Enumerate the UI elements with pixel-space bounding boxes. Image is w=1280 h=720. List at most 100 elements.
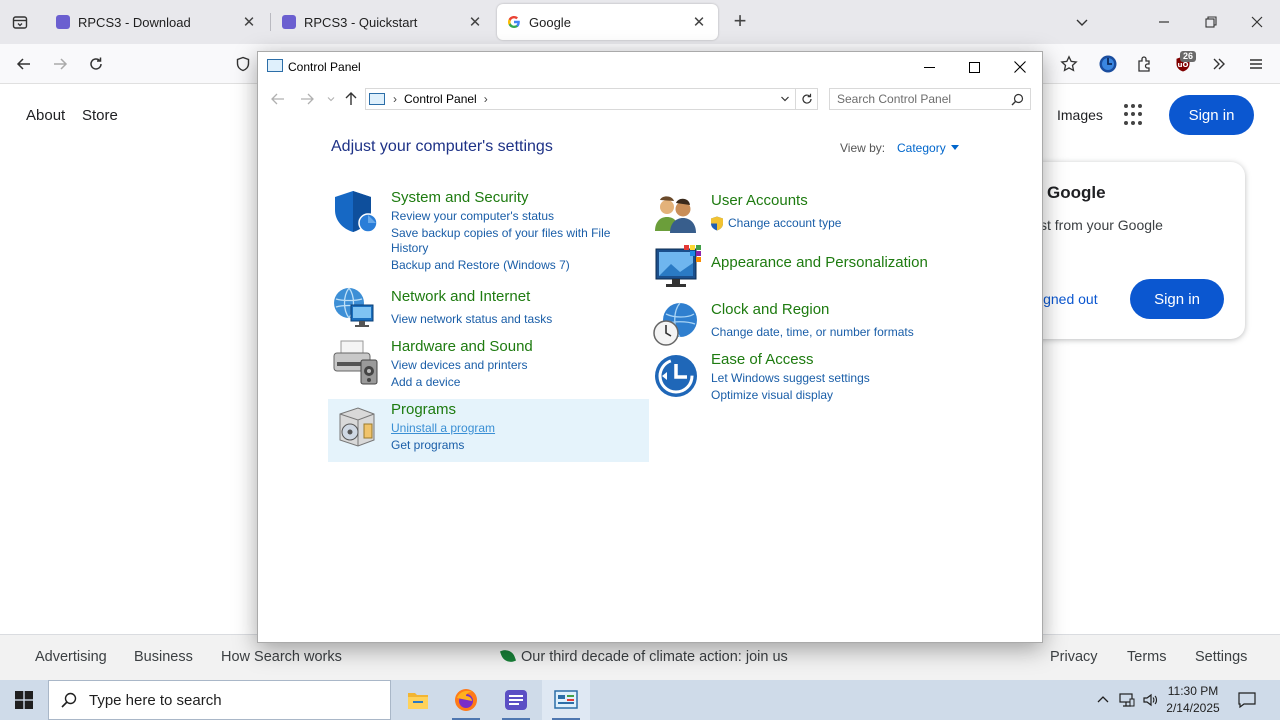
- cp-up-arrow-icon[interactable]: [341, 89, 361, 109]
- leaf-icon: [499, 647, 517, 665]
- cp-search-input[interactable]: Search Control Panel: [829, 88, 1031, 110]
- rpcs3-taskbar-icon[interactable]: [492, 680, 540, 720]
- category-programs[interactable]: Programs: [391, 401, 456, 418]
- forward-arrow-icon[interactable]: [46, 50, 74, 78]
- link-let-windows-suggest-settings[interactable]: Let Windows suggest settings: [711, 370, 870, 386]
- link-optimize-visual-display[interactable]: Optimize visual display: [711, 387, 833, 403]
- ease-of-access-icon[interactable]: [654, 354, 702, 402]
- footer-climate-link[interactable]: Our third decade of climate action: join…: [499, 647, 788, 665]
- link-view-network-status[interactable]: View network status and tasks: [391, 311, 552, 327]
- extensions-puzzle-icon[interactable]: [1131, 50, 1159, 78]
- chevron-down-icon[interactable]: [1068, 8, 1096, 36]
- tab-separator: [270, 13, 271, 31]
- cp-address-bar[interactable]: › Control Panel ›: [365, 88, 796, 110]
- link-uninstall-program[interactable]: Uninstall a program: [391, 420, 495, 436]
- link-backup-and-restore[interactable]: Backup and Restore (Windows 7): [391, 257, 570, 273]
- taskbar-clock[interactable]: 11:30 PM 2/14/2025: [1161, 683, 1225, 717]
- google-card-signin-button[interactable]: Sign in: [1130, 279, 1224, 319]
- footer-business-link[interactable]: Business: [134, 649, 193, 665]
- link-add-device[interactable]: Add a device: [391, 374, 460, 390]
- link-save-backup-copies-cont[interactable]: History: [391, 240, 428, 256]
- volume-icon[interactable]: [1140, 680, 1162, 720]
- reload-icon[interactable]: [82, 50, 110, 78]
- category-network-and-internet[interactable]: Network and Internet: [391, 288, 530, 305]
- cp-address-row: › Control Panel › Search Control Panel: [258, 84, 1042, 114]
- category-hardware-and-sound[interactable]: Hardware and Sound: [391, 338, 533, 355]
- breadcrumb-chevron-icon[interactable]: ›: [484, 92, 488, 106]
- file-explorer-icon[interactable]: [394, 680, 442, 720]
- google-signin-button[interactable]: Sign in: [1169, 95, 1254, 135]
- cp-title-bar[interactable]: Control Panel: [258, 52, 1042, 82]
- tab-title: RPCS3 - Download: [78, 14, 191, 30]
- footer-privacy-link[interactable]: Privacy: [1050, 649, 1098, 665]
- address-dropdown-icon[interactable]: [775, 89, 795, 109]
- users-icon[interactable]: [652, 191, 700, 239]
- google-images-link[interactable]: Images: [1057, 107, 1103, 123]
- view-by-dropdown[interactable]: Category: [897, 141, 959, 155]
- breadcrumb-chevron-icon[interactable]: ›: [393, 92, 397, 106]
- svg-text:uO: uO: [1178, 61, 1189, 69]
- windows-start-icon[interactable]: [0, 680, 48, 720]
- link-review-computer-status[interactable]: Review your computer's status: [391, 208, 554, 224]
- clock-globe-icon[interactable]: [652, 300, 700, 348]
- notification-center-icon[interactable]: [1234, 680, 1260, 720]
- tab-list-icon[interactable]: [6, 8, 34, 36]
- network-globe-icon[interactable]: [331, 285, 379, 333]
- taskbar-search-box[interactable]: Type here to search: [48, 680, 391, 720]
- control-panel-taskbar-icon[interactable]: [542, 680, 590, 720]
- google-about-link[interactable]: About: [26, 107, 65, 124]
- cp-close-icon[interactable]: [997, 52, 1042, 82]
- category-appearance-and-personalization[interactable]: Appearance and Personalization: [711, 254, 928, 271]
- link-view-devices-printers[interactable]: View devices and printers: [391, 357, 528, 373]
- google-icon: [507, 15, 521, 29]
- programs-box-icon[interactable]: [334, 404, 382, 452]
- close-icon[interactable]: ✕: [240, 13, 258, 31]
- category-system-and-security[interactable]: System and Security: [391, 189, 529, 206]
- cp-refresh-icon[interactable]: [796, 88, 818, 110]
- tab-rpcs3-download[interactable]: RPCS3 - Download ✕: [46, 4, 268, 40]
- tracking-shield-icon[interactable]: [229, 50, 257, 78]
- new-tab-plus-icon[interactable]: +: [728, 10, 752, 34]
- clock-time: 11:30 PM: [1167, 684, 1219, 698]
- cp-forward-arrow-icon[interactable]: [297, 89, 317, 109]
- tab-rpcs3-quickstart[interactable]: RPCS3 - Quickstart ✕: [272, 4, 494, 40]
- breadcrumb-control-panel[interactable]: Control Panel: [404, 92, 477, 106]
- close-window-icon[interactable]: [1243, 8, 1271, 36]
- monitor-palette-icon[interactable]: [654, 243, 702, 291]
- restore-icon[interactable]: [1197, 8, 1225, 36]
- tab-google[interactable]: Google ✕: [497, 4, 718, 40]
- category-ease-of-access[interactable]: Ease of Access: [711, 351, 814, 368]
- link-change-account-type[interactable]: Change account type: [728, 215, 841, 231]
- category-user-accounts[interactable]: User Accounts: [711, 192, 808, 209]
- link-save-backup-copies[interactable]: Save backup copies of your files with Fi…: [391, 225, 610, 241]
- close-icon[interactable]: ✕: [690, 13, 708, 31]
- control-panel-icon: [369, 93, 385, 105]
- back-arrow-icon[interactable]: [10, 50, 38, 78]
- google-apps-grid-icon[interactable]: [1124, 104, 1146, 126]
- category-clock-and-region[interactable]: Clock and Region: [711, 301, 829, 318]
- tray-chevron-up-icon[interactable]: [1093, 680, 1113, 720]
- close-icon[interactable]: ✕: [466, 13, 484, 31]
- printer-icon[interactable]: [331, 338, 379, 386]
- firefox-icon[interactable]: [442, 680, 490, 720]
- hamburger-menu-icon[interactable]: [1242, 50, 1270, 78]
- cp-recent-chevron-icon[interactable]: [321, 89, 341, 109]
- google-store-link[interactable]: Store: [82, 107, 118, 124]
- cp-back-arrow-icon[interactable]: [268, 89, 288, 109]
- account-container-icon[interactable]: [1094, 50, 1122, 78]
- footer-advertising-link[interactable]: Advertising: [35, 649, 107, 665]
- minimize-icon[interactable]: [1150, 8, 1178, 36]
- google-card-stay-signed-out-link[interactable]: igned out: [1040, 291, 1098, 307]
- link-get-programs[interactable]: Get programs: [391, 437, 464, 453]
- network-tray-icon[interactable]: [1116, 680, 1138, 720]
- footer-terms-link[interactable]: Terms: [1127, 649, 1166, 665]
- cp-minimize-icon[interactable]: [906, 52, 952, 82]
- cp-maximize-icon[interactable]: [951, 52, 997, 82]
- footer-how-search-works-link[interactable]: How Search works: [221, 649, 342, 665]
- bookmark-star-icon[interactable]: [1055, 50, 1083, 78]
- view-by-value: Category: [897, 141, 946, 155]
- overflow-chevrons-icon[interactable]: [1205, 50, 1233, 78]
- link-change-date-time-formats[interactable]: Change date, time, or number formats: [711, 324, 914, 340]
- shield-icon[interactable]: [331, 188, 379, 236]
- footer-settings-link[interactable]: Settings: [1195, 649, 1247, 665]
